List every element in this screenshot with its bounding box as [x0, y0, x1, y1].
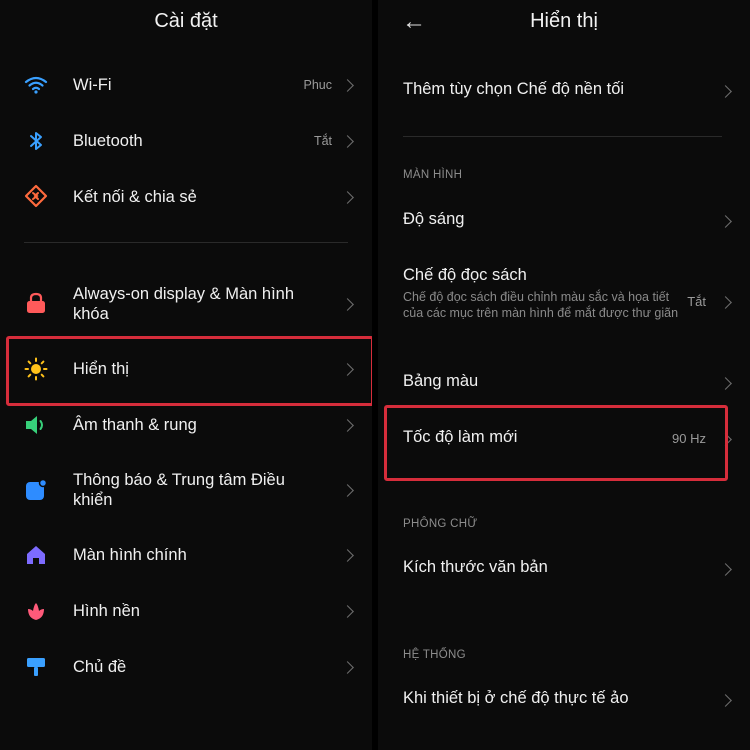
- chevron-right-icon: [341, 191, 354, 204]
- speaker-icon: [24, 413, 48, 437]
- settings-item-label: Always-on display & Màn hình khóa: [73, 285, 295, 323]
- settings-pane: Cài đặt Wi-Fi Phuc Bluetooth Tắt Kết nối…: [0, 0, 372, 750]
- setting-label: Độ sáng: [403, 210, 465, 228]
- chevron-right-icon: [341, 419, 354, 432]
- setting-label: Chế độ đọc sách: [403, 266, 527, 284]
- setting-brightness[interactable]: Độ sáng: [378, 198, 750, 244]
- settings-item-lockscreen[interactable]: Always-on display & Màn hình khóa: [0, 276, 372, 332]
- home-icon: [24, 543, 48, 567]
- settings-item-label: Chủ đề: [73, 658, 127, 676]
- setting-text-size[interactable]: Kích thước văn bản: [378, 546, 750, 592]
- highlight-box-refresh-rate: [384, 405, 728, 481]
- settings-item-label: Kết nối & chia sẻ: [73, 188, 197, 206]
- page-title: Cài đặt: [154, 10, 218, 32]
- settings-item-label: Wi-Fi: [73, 76, 112, 94]
- section-divider: [403, 136, 722, 137]
- display-pane: ← Hiển thị Thêm tùy chọn Chế độ nền tối …: [378, 0, 750, 750]
- section-divider: [24, 242, 348, 243]
- chevron-right-icon: [341, 135, 354, 148]
- chevron-right-icon: [719, 377, 732, 390]
- setting-vr-mode[interactable]: Khi thiết bị ở chế độ thực tế ảo: [378, 677, 750, 723]
- setting-reading-mode[interactable]: Chế độ đọc sách Chế độ đọc sách điều chỉ…: [378, 256, 750, 342]
- chevron-right-icon: [341, 549, 354, 562]
- settings-item-sound[interactable]: Âm thanh & rung: [0, 402, 372, 448]
- setting-label: Bảng màu: [403, 372, 479, 390]
- wifi-icon: [24, 73, 48, 97]
- section-header-system: HỆ THỐNG: [403, 649, 466, 661]
- lock-icon: [24, 291, 48, 315]
- chevron-right-icon: [341, 484, 354, 497]
- page-title: Hiển thị: [530, 10, 598, 32]
- setting-label: Thêm tùy chọn Chế độ nền tối: [403, 80, 625, 98]
- bluetooth-status: Tắt: [313, 134, 332, 148]
- reading-mode-status: Tắt: [687, 294, 706, 309]
- settings-item-connection-share[interactable]: Kết nối & chia sẻ: [0, 174, 372, 220]
- settings-item-label: Bluetooth: [73, 132, 143, 150]
- wifi-status: Phuc: [303, 78, 333, 92]
- section-header-font: PHÔNG CHỮ: [403, 518, 478, 530]
- settings-item-label: Màn hình chính: [73, 546, 187, 564]
- setting-color-palette[interactable]: Bảng màu: [378, 360, 750, 406]
- chevron-right-icon: [719, 296, 732, 309]
- highlight-box-display: [6, 336, 372, 406]
- section-header-screen: MÀN HÌNH: [403, 169, 463, 181]
- settings-item-label: Thông báo & Trung tâm Điều khiển: [73, 471, 285, 509]
- settings-item-home-screen[interactable]: Màn hình chính: [0, 532, 372, 578]
- bluetooth-icon: [24, 129, 48, 153]
- settings-item-themes[interactable]: Chủ đề: [0, 644, 372, 690]
- settings-item-wallpaper[interactable]: Hình nền: [0, 588, 372, 634]
- chevron-right-icon: [719, 694, 732, 707]
- connection-share-icon: [24, 184, 48, 208]
- settings-item-bluetooth[interactable]: Bluetooth Tắt: [0, 118, 372, 164]
- setting-dark-mode-options[interactable]: Thêm tùy chọn Chế độ nền tối: [378, 68, 750, 114]
- chevron-right-icon: [341, 661, 354, 674]
- settings-item-notifications[interactable]: Thông báo & Trung tâm Điều khiển: [0, 462, 372, 518]
- settings-item-label: Âm thanh & rung: [73, 416, 197, 434]
- setting-label: Kích thước văn bản: [403, 558, 548, 576]
- chevron-right-icon: [719, 215, 732, 228]
- chevron-right-icon: [341, 605, 354, 618]
- setting-description: Chế độ đọc sách điều chỉnh màu sắc và họ…: [403, 290, 679, 320]
- chevron-right-icon: [719, 563, 732, 576]
- settings-item-wifi[interactable]: Wi-Fi Phuc: [0, 62, 372, 108]
- theme-brush-icon: [24, 655, 48, 679]
- wallpaper-flower-icon: [24, 599, 48, 623]
- settings-item-label: Hình nền: [73, 602, 140, 620]
- chevron-right-icon: [341, 79, 354, 92]
- chevron-right-icon: [719, 85, 732, 98]
- setting-label: Khi thiết bị ở chế độ thực tế ảo: [403, 689, 629, 707]
- notification-icon: [24, 478, 48, 502]
- chevron-right-icon: [341, 298, 354, 311]
